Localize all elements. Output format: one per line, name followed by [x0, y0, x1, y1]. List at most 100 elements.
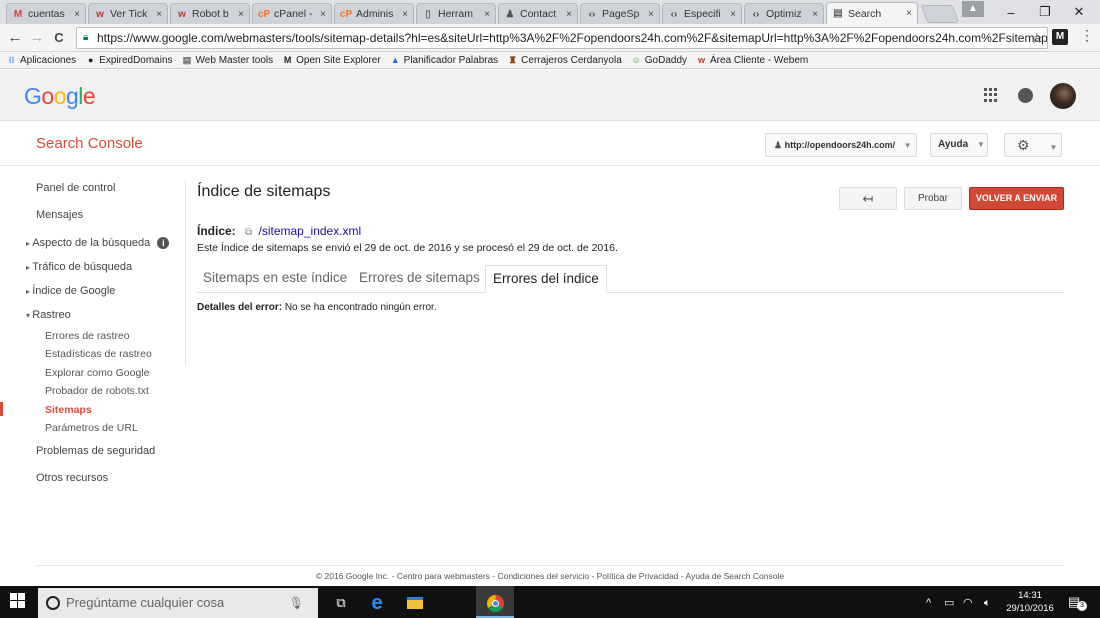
resend-button[interactable]: VOLVER A ENVIAR	[969, 187, 1064, 210]
google-header	[0, 70, 1100, 121]
sidebar-subitem-estadisticas[interactable]: Estadísticas de rastreo	[45, 348, 152, 360]
sidebar-item-trafico[interactable]: ▸ Tráfico de búsqueda	[26, 261, 132, 273]
close-tab-icon[interactable]: ×	[156, 9, 162, 20]
back-button[interactable]: ↤	[839, 187, 897, 210]
extension-icon[interactable]: M	[1052, 29, 1068, 45]
tab-sitemaps-indice[interactable]: Sitemaps en este índice	[203, 265, 347, 293]
avatar[interactable]	[1050, 83, 1076, 109]
browser-tab-label: Optimiz	[766, 8, 802, 20]
battery-icon[interactable]: ▭	[944, 588, 954, 618]
close-tab-icon[interactable]: ×	[906, 8, 912, 19]
sidebar-item-aspecto[interactable]: ▸ Aspecto de la búsqueda i	[26, 237, 170, 249]
task-view-icon[interactable]: ⧉	[326, 588, 356, 618]
sidebar-subitem-explorar[interactable]: Explorar como Google	[45, 367, 149, 379]
bookmark-item[interactable]: ♜ Cerrajeros Cerdanyola	[507, 55, 622, 66]
external-link-icon[interactable]: ⧉	[245, 227, 252, 238]
webempresa-icon: w	[96, 8, 104, 20]
taskbar-clock[interactable]: 14:31 29/10/2016	[1004, 589, 1056, 615]
new-tab-button[interactable]	[920, 5, 960, 23]
sidebar-item-indice-google[interactable]: ▸ Índice de Google	[26, 285, 115, 297]
browser-tab-label: Search	[848, 7, 882, 20]
sidebar-item-label: Tráfico de búsqueda	[32, 261, 133, 273]
browser-tab[interactable]: w Ver Tick ×	[88, 3, 168, 24]
wifi-icon[interactable]: ◠	[963, 588, 973, 618]
google-apps-icon[interactable]	[984, 88, 998, 102]
close-tab-icon[interactable]: ×	[730, 9, 736, 20]
sidebar-subitem-sitemaps[interactable]: Sitemaps	[45, 404, 92, 416]
back-arrow-icon[interactable]: ←	[6, 28, 24, 48]
bookmark-label: Área Cliente - Webem	[710, 54, 809, 66]
close-tab-icon[interactable]: ×	[402, 9, 408, 20]
address-bar[interactable]: 🔒︎ https://www.google.com/webmasters/too…	[76, 27, 1048, 49]
browser-tab[interactable]: Mcuentas ×	[6, 3, 86, 24]
action-center-icon[interactable]: ▤ 3	[1068, 594, 1087, 611]
close-tab-icon[interactable]: ×	[812, 9, 818, 20]
bookmark-item[interactable]: ⁝⁝ Aplicaciones	[6, 55, 77, 66]
browser-toolbar: ← → C 🔒︎ https://www.google.com/webmaste…	[0, 24, 1100, 52]
browser-tab[interactable]: ♟ Contact ×	[498, 3, 578, 24]
minimize-icon[interactable]: –	[994, 0, 1028, 24]
browser-tab[interactable]: ‹› Optimiz ×	[744, 3, 824, 24]
help-dropdown[interactable]: Ayuda ▼	[930, 133, 988, 157]
sidebar-item-otros[interactable]: Otros recursos	[36, 472, 108, 484]
maximize-icon[interactable]: ❐	[1028, 0, 1062, 24]
microphone-icon[interactable]: 🎙︎	[289, 588, 304, 618]
browser-tab[interactable]: cP cPanel - ×	[252, 3, 332, 24]
bookmark-item[interactable]: w Área Cliente - Webem	[696, 55, 808, 66]
sidebar-item-mensajes[interactable]: Mensajes	[36, 209, 83, 221]
close-tab-icon[interactable]: ×	[648, 9, 654, 20]
browser-tab[interactable]: ▯ Herram ×	[416, 3, 496, 24]
browser-menu-icon[interactable]: ⋮	[1080, 27, 1094, 44]
forward-arrow-icon[interactable]: →	[28, 28, 46, 48]
taskbar-search-placeholder: Pregúntame cualquier cosa	[66, 595, 225, 610]
test-button[interactable]: Probar	[904, 187, 962, 210]
reload-icon[interactable]: C	[50, 28, 68, 48]
bookmarks-bar: ⁝⁝ Aplicaciones ● ExpiredDomains ▤ Web Master…	[0, 52, 1100, 69]
gmail-icon: M	[13, 8, 23, 20]
browser-tab[interactable]: w Robot b ×	[170, 3, 250, 24]
sidebar-item-rastreo[interactable]: ▾ Rastreo	[26, 309, 71, 321]
bookmark-item[interactable]: ▤ Web Master tools	[182, 55, 273, 66]
sidebar-subitem-parametros[interactable]: Parámetros de URL	[45, 422, 138, 434]
sidebar-item-seguridad[interactable]: Problemas de seguridad	[36, 445, 155, 457]
sidebar-item-label: Índice de Google	[32, 285, 116, 297]
tray-expand-icon[interactable]: ^	[926, 588, 931, 618]
bookmark-item[interactable]: ● ExpiredDomains	[85, 55, 173, 66]
sidebar-subitem-errores-rastreo[interactable]: Errores de rastreo	[45, 330, 130, 342]
webempresa-icon: w	[698, 55, 706, 65]
sidebar-subitem-robots[interactable]: Probador de robots.txt	[45, 385, 149, 397]
taskbar-search-input[interactable]: Pregúntame cualquier cosa 🎙︎	[38, 588, 318, 618]
index-link[interactable]: /sitemap_index.xml	[259, 224, 362, 238]
close-tab-icon[interactable]: ×	[320, 9, 326, 20]
close-window-icon[interactable]: ✕	[1062, 0, 1096, 24]
info-icon[interactable]: i	[157, 237, 170, 249]
sidebar-item-panel[interactable]: Panel de control	[36, 182, 116, 194]
google-logo[interactable]: Google	[24, 83, 96, 110]
close-tab-icon[interactable]: ×	[566, 9, 572, 20]
close-tab-icon[interactable]: ×	[74, 9, 80, 20]
tab-errores-sitemaps[interactable]: Errores de sitemaps	[359, 265, 480, 293]
bookmark-item[interactable]: ▲ Planificador Palabras	[390, 55, 498, 66]
browser-tab[interactable]: ‹› PageSp ×	[580, 3, 660, 24]
browser-profile-icon[interactable]: ▲	[962, 1, 984, 17]
browser-tab-label: Adminis	[356, 8, 394, 20]
chrome-icon[interactable]	[480, 588, 510, 618]
search-console-title[interactable]: Search Console	[36, 135, 143, 152]
notifications-icon[interactable]	[1018, 88, 1033, 103]
bookmark-item[interactable]: M Open Site Explorer	[282, 55, 381, 66]
footer-links[interactable]: © 2016 Google Inc. - Centro para webmast…	[0, 571, 1100, 581]
windows-start-icon[interactable]	[10, 593, 26, 609]
tab-errores-indice[interactable]: Errores del índice	[485, 265, 607, 293]
browser-tab[interactable]: cP Adminis ×	[334, 3, 414, 24]
close-tab-icon[interactable]: ×	[238, 9, 244, 20]
site-selector[interactable]: ♟︎ http://opendoors24h.com/ ▼	[765, 133, 917, 157]
settings-dropdown[interactable]: ⚙ ▼	[1004, 133, 1062, 157]
close-tab-icon[interactable]: ×	[484, 9, 490, 20]
bookmark-star-icon[interactable]: ☆	[1030, 28, 1043, 48]
bookmark-item[interactable]: ☺ GoDaddy	[631, 55, 687, 66]
edge-icon[interactable]: e	[362, 588, 392, 618]
browser-tab[interactable]: ▤ Search ×	[826, 2, 918, 24]
file-explorer-icon[interactable]	[400, 588, 430, 618]
browser-tab[interactable]: ‹› Especifi ×	[662, 3, 742, 24]
volume-icon[interactable]: 🔈︎	[984, 588, 991, 618]
